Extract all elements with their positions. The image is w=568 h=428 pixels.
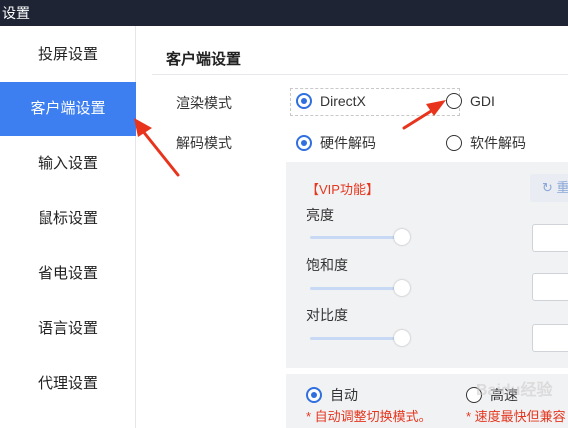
vip-tag: 【VIP功能】 <box>306 182 379 197</box>
brightness-slider[interactable] <box>310 236 400 239</box>
decode-mode-label: 解码模式 <box>176 135 232 151</box>
window-title: 设置 <box>2 5 30 21</box>
section-divider <box>152 74 568 75</box>
brightness-slider-thumb[interactable] <box>394 229 410 245</box>
render-mode-label: 渲染模式 <box>176 95 232 111</box>
sidebar-item-cast[interactable]: 投屏设置 <box>0 28 136 82</box>
baidu-watermark: Baidu经验 <box>476 382 553 399</box>
window-titlebar: 设置 <box>0 0 568 26</box>
speed-auto-radio[interactable]: 自动 <box>306 385 358 405</box>
decode-software-radio[interactable]: 软件解码 <box>446 133 526 153</box>
reset-button[interactable]: ↻ 重 <box>530 174 568 202</box>
sidebar-item-proxy[interactable]: 代理设置 <box>0 357 136 411</box>
contrast-slider-thumb[interactable] <box>394 330 410 346</box>
speed-auto-hint: * 自动调整切换模式。 <box>306 409 432 424</box>
saturation-value-input[interactable] <box>532 273 568 301</box>
brightness-label: 亮度 <box>306 207 334 223</box>
render-gdi-label: GDI <box>470 93 495 109</box>
decode-software-label: 软件解码 <box>470 135 526 151</box>
saturation-slider-thumb[interactable] <box>394 280 410 296</box>
radio-unchecked-icon <box>446 135 462 151</box>
speed-high-hint: * 速度最快但兼容 <box>466 409 566 424</box>
speed-auto-label: 自动 <box>330 387 358 403</box>
sidebar-item-input[interactable]: 输入设置 <box>0 137 136 191</box>
render-gdi-radio[interactable]: GDI <box>446 93 495 109</box>
saturation-slider[interactable] <box>310 287 400 290</box>
refresh-icon: ↻ <box>542 180 553 195</box>
render-directx-label: DirectX <box>320 93 366 109</box>
radio-checked-icon <box>296 135 312 151</box>
sidebar-item-mouse[interactable]: 鼠标设置 <box>0 192 136 246</box>
render-directx-radio[interactable]: DirectX <box>296 93 366 109</box>
section-title: 客户端设置 <box>166 51 242 68</box>
contrast-slider[interactable] <box>310 337 400 340</box>
decode-hardware-radio[interactable]: 硬件解码 <box>296 133 376 153</box>
contrast-label: 对比度 <box>306 307 348 323</box>
reset-button-label: 重 <box>556 180 568 195</box>
contrast-value-input[interactable] <box>532 324 568 352</box>
arrow-to-client-settings-icon <box>134 118 180 177</box>
sidebar-item-language[interactable]: 语言设置 <box>0 302 136 356</box>
sidebar-item-client[interactable]: 客户端设置 <box>0 82 136 136</box>
radio-checked-icon <box>296 93 312 109</box>
radio-unchecked-icon <box>446 93 462 109</box>
saturation-label: 饱和度 <box>306 257 348 273</box>
brightness-value-input[interactable] <box>532 224 568 252</box>
sidebar-item-power-saving[interactable]: 省电设置 <box>0 247 136 301</box>
settings-sidebar: 投屏设置 客户端设置 输入设置 鼠标设置 省电设置 语言设置 代理设置 <box>0 26 136 428</box>
radio-checked-icon <box>306 387 322 403</box>
decode-hardware-label: 硬件解码 <box>320 135 376 151</box>
